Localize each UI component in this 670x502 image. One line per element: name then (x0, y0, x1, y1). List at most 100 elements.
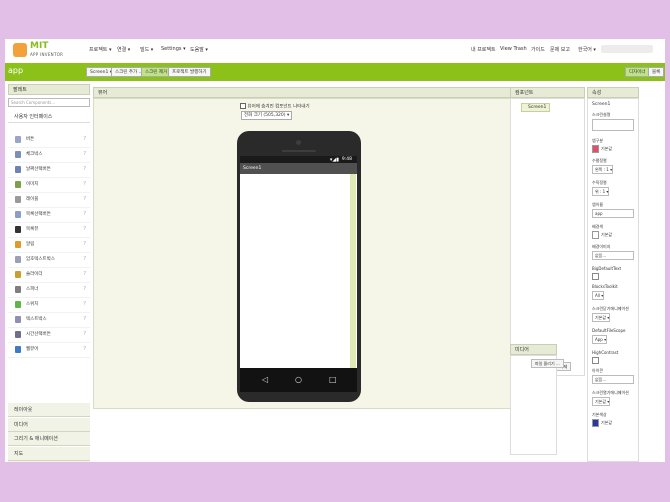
link-view-trash[interactable]: View Trash (500, 46, 527, 52)
palette-item[interactable]: 시간선택버튼? (8, 327, 90, 343)
project-toolbar: app Screen1 ▾ 스크린 추가 ... 스크린 제거 프로젝트 발행하… (5, 63, 665, 81)
palette-item-label: 목록뷰 (26, 227, 39, 232)
phone-size-select[interactable]: 전화 크기 (505,320) ▾ (241, 111, 293, 120)
category-user-interface[interactable]: 사용자 인터페이스 (8, 111, 90, 123)
language-menu[interactable]: 한국어 ▾ (578, 46, 596, 53)
property-select[interactable]: 왼쪽 : 1 ▾ (592, 165, 614, 174)
palette-item-label: 시간선택버튼 (26, 332, 51, 337)
palette-item[interactable]: 스피너? (8, 282, 90, 298)
menu-build[interactable]: 빌드 ▾ (140, 46, 153, 53)
properties-panel: Screen1 스크린설명 앱구분 기본값 수평정렬 왼쪽 : 1 ▾ 수직정렬 위 : 1… (587, 98, 639, 462)
recents-icon: □ (329, 375, 337, 384)
color-value[interactable]: 기본값 (601, 420, 612, 426)
property-text-input[interactable]: 없음... (592, 375, 634, 384)
designer-button[interactable]: 디자이너 (625, 67, 650, 77)
logo-subtitle: APP INVENTOR (30, 52, 64, 57)
passwordtextbox-icon (15, 256, 21, 263)
color-swatch[interactable] (592, 231, 599, 239)
webviewer-icon (15, 346, 21, 353)
menu-connect[interactable]: 연결 ▾ (117, 46, 130, 53)
components-header: 컴포넌트 (510, 87, 585, 98)
property-text-input[interactable]: app (592, 209, 634, 218)
viewer-header: 뷰어 (93, 87, 511, 98)
palette-item-label: 알림 (26, 242, 35, 247)
palette-category[interactable]: 지도 (8, 446, 90, 461)
palette-item-label: 버튼 (26, 137, 35, 142)
components-panel: Screen1 이름 바꾸기 삭제 (510, 98, 585, 376)
status-time: 9:48 (341, 157, 352, 162)
phone-preview: 9:48 ▾◢▮ Screen1 ◁ ○ □ (237, 131, 361, 402)
property-textarea[interactable] (592, 119, 634, 131)
help-icon[interactable]: ? (83, 301, 86, 307)
palette-item[interactable]: 목록선택버튼? (8, 207, 90, 223)
palette-item[interactable]: 목록뷰? (8, 222, 90, 238)
color-swatch[interactable] (592, 145, 599, 153)
app-inventor-logo[interactable]: MIT APP INVENTOR (13, 41, 69, 61)
help-icon[interactable]: ? (83, 241, 86, 247)
menu-help[interactable]: 도움말 ▾ (190, 46, 208, 53)
upload-file-button[interactable]: 파일 올리기 ... (531, 359, 564, 368)
publish-project-button[interactable]: 프로젝트 발행하기 (168, 67, 211, 77)
help-icon[interactable]: ? (83, 181, 86, 187)
help-icon[interactable]: ? (83, 271, 86, 277)
help-icon[interactable]: ? (83, 196, 86, 202)
palette-item[interactable]: 암호텍스트박스? (8, 252, 90, 268)
account-menu[interactable] (601, 45, 653, 53)
property-label: 앱구분 (592, 138, 604, 143)
palette-item[interactable]: 웹뷰어? (8, 342, 90, 358)
palette-category[interactable]: 미디어 (8, 417, 90, 432)
property-text-input[interactable]: 없음... (592, 251, 634, 260)
help-icon[interactable]: ? (83, 166, 86, 172)
palette-category[interactable]: 레이아웃 (8, 403, 90, 417)
palette-item-label: 슬라이더 (26, 272, 43, 277)
help-icon[interactable]: ? (83, 226, 86, 232)
property-checkbox[interactable] (592, 357, 599, 364)
property-select[interactable]: 기본값 ▾ (592, 397, 611, 406)
remove-screen-button[interactable]: 스크린 제거 (141, 67, 172, 77)
blocks-button[interactable]: 블록 (648, 67, 665, 77)
link-report-issue[interactable]: 문제 보고 (550, 46, 570, 53)
help-icon[interactable]: ? (83, 151, 86, 157)
palette-item[interactable]: 텍스트박스? (8, 312, 90, 328)
component-search-input[interactable]: Search Components... (8, 98, 90, 107)
palette-header: 팔레트 (8, 84, 90, 95)
palette-item[interactable]: 버튼? (8, 132, 90, 148)
help-icon[interactable]: ? (83, 346, 86, 352)
tree-item-screen1[interactable]: Screen1 (521, 103, 551, 112)
color-value[interactable]: 기본값 (601, 232, 612, 238)
screen-canvas[interactable] (240, 165, 357, 368)
palette-item[interactable]: 이미지? (8, 177, 90, 193)
show-hidden-components-option[interactable]: 뷰어에 숨겨진 컴포넌트 나타내기 (240, 103, 310, 110)
menu-project[interactable]: 프로젝트 ▾ (89, 46, 112, 53)
link-my-projects[interactable]: 내 프로젝트 (471, 46, 496, 53)
palette-item-label: 날짜선택버튼 (26, 167, 51, 172)
palette-item[interactable]: 슬라이더? (8, 267, 90, 283)
link-guide[interactable]: 가이드 (531, 46, 545, 53)
color-value[interactable]: 기본값 (601, 146, 612, 152)
help-icon[interactable]: ? (83, 256, 86, 262)
palette-item-label: 이미지 (26, 182, 39, 187)
palette-item-label: 텍스트박스 (26, 317, 47, 322)
property-label: 스크린열기애니메이션 (592, 390, 629, 395)
palette-item[interactable]: 알림? (8, 237, 90, 253)
help-icon[interactable]: ? (83, 316, 86, 322)
help-icon[interactable]: ? (83, 286, 86, 292)
listpicker-icon (15, 211, 21, 218)
property-select[interactable]: All ▾ (592, 291, 605, 300)
menu-settings[interactable]: Settings ▾ (161, 46, 186, 52)
help-icon[interactable]: ? (83, 136, 86, 142)
palette-item[interactable]: 날짜선택버튼? (8, 162, 90, 178)
help-icon[interactable]: ? (83, 331, 86, 337)
help-icon[interactable]: ? (83, 211, 86, 217)
property-select[interactable]: App ▾ (592, 335, 608, 344)
show-hidden-checkbox[interactable] (240, 103, 246, 109)
palette-item[interactable]: 스위치? (8, 297, 90, 313)
color-swatch[interactable] (592, 419, 599, 427)
palette-item[interactable]: 레이블? (8, 192, 90, 208)
palette-category[interactable]: 센서 (8, 461, 90, 462)
palette-item[interactable]: 체크박스? (8, 147, 90, 163)
property-select[interactable]: 기본값 ▾ (592, 313, 611, 322)
property-select[interactable]: 위 : 1 ▾ (592, 187, 610, 196)
palette-category[interactable]: 그리기 & 애니메이션 (8, 432, 90, 446)
property-checkbox[interactable] (592, 273, 599, 280)
